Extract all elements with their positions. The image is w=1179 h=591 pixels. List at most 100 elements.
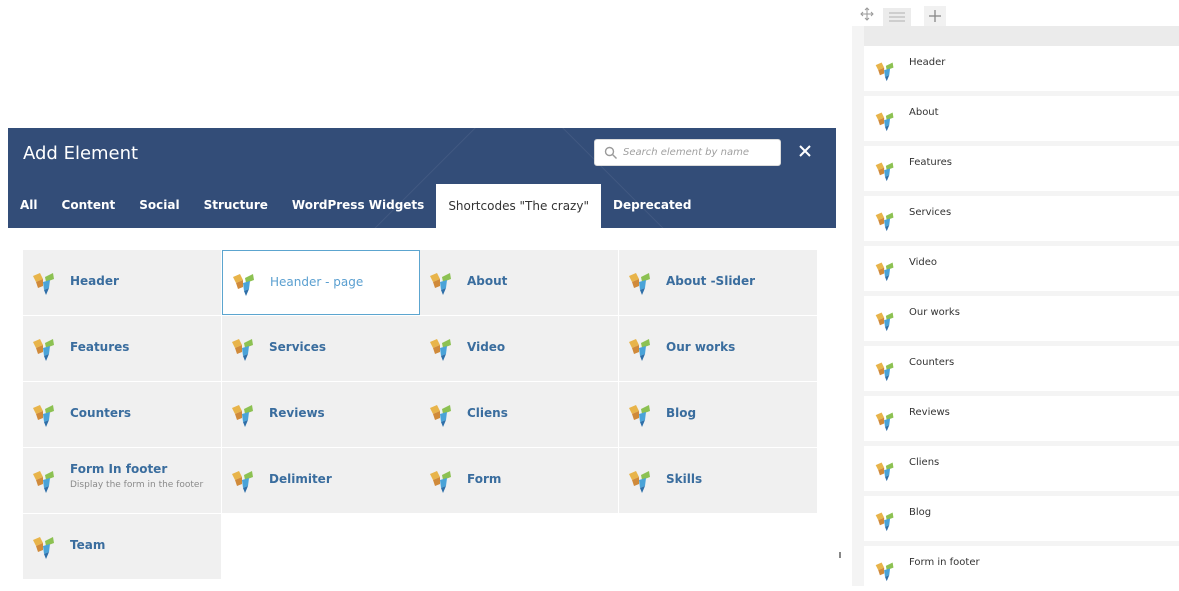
panel-element-label: Header bbox=[909, 57, 946, 68]
element-description: Display the form in the footer bbox=[70, 480, 204, 490]
close-icon[interactable] bbox=[797, 143, 813, 159]
panel-element-row[interactable]: About bbox=[864, 96, 1179, 141]
panel-element-row[interactable]: Counters bbox=[864, 346, 1179, 391]
search-box[interactable] bbox=[594, 139, 781, 166]
element-name: Form bbox=[467, 472, 502, 486]
vc-logo-icon bbox=[875, 212, 894, 232]
panel-element-row[interactable]: Cliens bbox=[864, 446, 1179, 491]
element-card[interactable]: Blog bbox=[619, 382, 817, 447]
element-card[interactable]: Video bbox=[420, 316, 618, 381]
vc-logo-icon bbox=[33, 273, 54, 295]
element-name: Heander - page bbox=[270, 275, 364, 289]
plus-icon[interactable] bbox=[924, 6, 946, 26]
tab-wordpress-widgets[interactable]: WordPress Widgets bbox=[280, 183, 436, 228]
element-name: Cliens bbox=[467, 406, 508, 420]
panel-element-row[interactable]: Header bbox=[864, 46, 1179, 91]
panel-element-label: Services bbox=[909, 207, 952, 218]
tab-shortcodes-the-crazy[interactable]: Shortcodes "The crazy" bbox=[436, 184, 601, 228]
vc-logo-icon bbox=[430, 273, 451, 295]
vc-logo-icon bbox=[430, 339, 451, 361]
element-card[interactable]: About bbox=[420, 250, 618, 315]
panel-element-label: About bbox=[909, 107, 939, 118]
element-card[interactable]: About -Slider bbox=[619, 250, 817, 315]
vc-logo-icon bbox=[232, 339, 253, 361]
panel-element-label: Counters bbox=[909, 357, 955, 368]
panel-row-strip bbox=[864, 26, 1179, 46]
element-card[interactable]: Our works bbox=[619, 316, 817, 381]
element-card[interactable]: Skills bbox=[619, 448, 817, 513]
add-element-modal: Add Element AllContentSocialStructureWor… bbox=[8, 128, 836, 586]
vc-logo-icon bbox=[33, 339, 54, 361]
panel-element-label: Our works bbox=[909, 307, 960, 318]
element-card[interactable]: Services bbox=[222, 316, 420, 381]
vc-logo-icon bbox=[875, 512, 894, 532]
vc-logo-icon bbox=[875, 162, 894, 182]
panel-element-label: Video bbox=[909, 257, 938, 268]
modal-header: Add Element AllContentSocialStructureWor… bbox=[8, 128, 836, 228]
element-card[interactable]: Form In footer Display the form in the fo… bbox=[23, 448, 221, 513]
vc-logo-icon bbox=[629, 339, 650, 361]
element-card[interactable]: Features bbox=[23, 316, 221, 381]
tab-structure[interactable]: Structure bbox=[192, 183, 280, 228]
element-name: Blog bbox=[666, 406, 697, 420]
vc-logo-icon bbox=[430, 405, 451, 427]
element-name: Header bbox=[70, 274, 119, 288]
panel-element-row[interactable]: Blog bbox=[864, 496, 1179, 541]
element-card[interactable]: Counters bbox=[23, 382, 221, 447]
vc-logo-icon bbox=[875, 362, 894, 382]
vc-logo-icon bbox=[430, 471, 451, 493]
vc-logo-icon bbox=[875, 312, 894, 332]
tab-deprecated[interactable]: Deprecated bbox=[601, 183, 703, 228]
vc-logo-icon bbox=[33, 537, 54, 559]
element-card[interactable]: Heander - page bbox=[222, 250, 420, 315]
element-name: About bbox=[467, 274, 508, 288]
element-card[interactable]: Header bbox=[23, 250, 221, 315]
vc-logo-icon bbox=[233, 274, 254, 296]
element-name: Form In footer bbox=[70, 462, 168, 476]
element-name: Reviews bbox=[269, 406, 325, 420]
panel-element-label: Reviews bbox=[909, 407, 950, 418]
vc-logo-icon bbox=[33, 471, 54, 493]
panel-element-row[interactable]: Reviews bbox=[864, 396, 1179, 441]
move-icon[interactable] bbox=[860, 7, 874, 21]
vc-logo-icon bbox=[629, 405, 650, 427]
panel-element-label: Blog bbox=[909, 507, 932, 518]
vc-logo-icon bbox=[232, 471, 253, 493]
category-tabs: All Content Social Structure WordPress Widge… bbox=[8, 183, 703, 228]
scroll-edge-mark bbox=[839, 552, 841, 558]
element-name: Video bbox=[467, 340, 506, 354]
panel-element-row[interactable]: Video bbox=[864, 246, 1179, 291]
tab-content[interactable]: Content bbox=[50, 183, 128, 228]
vc-logo-icon bbox=[875, 562, 894, 582]
element-card[interactable]: Reviews bbox=[222, 382, 420, 447]
vc-logo-icon bbox=[232, 405, 253, 427]
vc-logo-icon bbox=[875, 412, 894, 432]
panel-element-row[interactable]: Form in footer bbox=[864, 546, 1179, 591]
tab-social[interactable]: Social bbox=[127, 183, 191, 228]
element-name: Skills bbox=[666, 472, 703, 486]
vc-logo-icon bbox=[629, 273, 650, 295]
panel-element-label: Form in footer bbox=[909, 557, 980, 568]
element-name: Delimiter bbox=[269, 472, 332, 486]
element-name: Counters bbox=[70, 406, 132, 420]
element-name: Services bbox=[269, 340, 327, 354]
element-name: About -Slider bbox=[666, 274, 756, 288]
vc-logo-icon bbox=[875, 262, 894, 282]
search-input[interactable] bbox=[623, 140, 773, 165]
tab-all[interactable]: All bbox=[8, 183, 50, 228]
builder-panel: Header About Features Services Video Our work… bbox=[852, 0, 1179, 591]
element-card[interactable]: Form bbox=[420, 448, 618, 513]
menu-icon[interactable] bbox=[883, 8, 911, 26]
row-controls bbox=[852, 0, 1179, 26]
panel-element-row[interactable]: Our works bbox=[864, 296, 1179, 341]
element-card[interactable]: Team bbox=[23, 514, 221, 579]
panel-element-row[interactable]: Services bbox=[864, 196, 1179, 241]
element-card[interactable]: Cliens bbox=[420, 382, 618, 447]
panel-element-row[interactable]: Features bbox=[864, 146, 1179, 191]
panel-element-label: Cliens bbox=[909, 457, 940, 468]
vc-logo-icon bbox=[875, 112, 894, 132]
element-name: Our works bbox=[666, 340, 736, 354]
vc-logo-icon bbox=[629, 471, 650, 493]
element-card[interactable]: Delimiter bbox=[222, 448, 420, 513]
search-icon bbox=[604, 146, 617, 159]
